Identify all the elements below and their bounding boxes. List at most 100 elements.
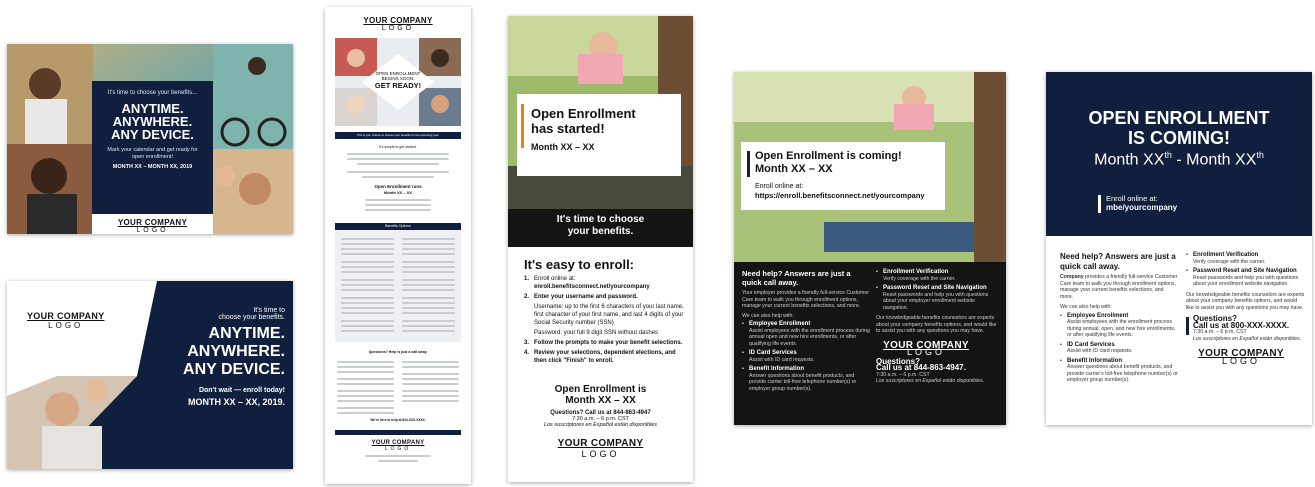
service-item: Benefit InformationAnswer questions abou… xyxy=(742,366,870,392)
step-detail: Username: up to the first 6 characters o… xyxy=(534,304,684,326)
service-item: Enrollment VerificationVerify coverage w… xyxy=(876,269,1000,282)
intro-paragraph-lines xyxy=(347,153,449,178)
footer-logo-word: LOGO xyxy=(384,446,412,452)
spanish-line: Los suscriptores en Español están dispon… xyxy=(876,378,985,384)
headline-line-1: Open Enrollment is coming! xyxy=(755,150,902,162)
navy-accent-bar xyxy=(1186,317,1189,335)
options-heading: Benefits Options xyxy=(335,223,461,230)
step-4: 4. Review your selections, dependent ele… xyxy=(524,349,686,365)
divider-band xyxy=(335,430,461,435)
navy-header: OPEN ENROLLMENT IS COMING! Month XXth - … xyxy=(1046,72,1312,236)
company-logo: YOUR COMPANY LOGO xyxy=(27,311,104,330)
step-number: 4. xyxy=(524,350,530,356)
step-title: Follow the prompts to make your benefit … xyxy=(534,340,683,346)
headline-line-2: Month XX – XX xyxy=(755,163,833,175)
month-end: - Month XX xyxy=(1171,151,1257,169)
dates-text: MONTH XX – MONTH XX, 2019 xyxy=(112,164,193,170)
subtitle: It's simple to get started. xyxy=(379,145,417,149)
enroll-steps: 1. Enroll online at: enroll.benefitsconne… xyxy=(524,275,686,365)
headline-line-3: ANY DEVICE. xyxy=(111,127,194,142)
service-item: Password Reset and Site NavigationReset … xyxy=(876,285,1000,311)
step-detail: enroll.benefitsconnect.net/yourcompany xyxy=(534,284,650,290)
help-column-right: Enrollment VerificationVerify coverage w… xyxy=(1186,252,1306,365)
options-columns xyxy=(335,230,461,342)
headline-line-1: OPEN ENROLLMENT xyxy=(1088,108,1270,128)
runs-label: Open Enrollment runs xyxy=(374,184,422,189)
service-body: Assist with ID card requests. xyxy=(1067,348,1133,354)
intro-line-2: choose your benefits. xyxy=(218,314,285,321)
company-logo: YOUR COMPANY LOGO xyxy=(508,438,693,459)
service-item: Employee EnrollmentAssist employees with… xyxy=(742,321,870,347)
service-item: Benefit InformationAnswer questions abou… xyxy=(1060,358,1178,384)
service-body: Assist employees with the enrollment pro… xyxy=(749,327,870,347)
service-body: Verify coverage with the carrier. xyxy=(883,275,956,282)
headline-line-2: has started! xyxy=(531,121,605,136)
badge-line-3: GET READY! xyxy=(374,81,422,90)
step-number: 3. xyxy=(524,340,530,346)
help-footer: We're here to help at 844-XXX-XXXX. xyxy=(370,418,426,422)
headline-line-2: ANYWHERE. xyxy=(187,343,285,360)
service-item: ID Card ServicesAssist with ID card requ… xyxy=(1060,342,1178,355)
help-column-left: Need help? Answers are just a quick call… xyxy=(742,269,870,392)
help-title: Need help? Answers are just a quick call… xyxy=(742,269,851,287)
step-title: Enter your username and password. xyxy=(534,294,638,300)
footer-title-1: Open Enrollment is xyxy=(554,384,647,395)
orange-accent-bar xyxy=(521,104,524,148)
runs-dates: Month XX – XX xyxy=(383,190,413,195)
navy-message-panel: It's time to choose your benefits... ANY… xyxy=(92,81,213,234)
logo-company: YOUR COMPANY xyxy=(557,438,644,449)
questions-block: Questions? Call us at 800-XXX-XXXX. 7:30… xyxy=(1186,315,1306,342)
step-detail-password: Password: your full 9 digit SSN without … xyxy=(534,330,659,336)
get-ready-badge: OPEN ENROLLMENT BEGINS SOON. GET READY! xyxy=(335,71,461,90)
month-start: Month XX xyxy=(1094,151,1165,169)
postcard-anytime-diagonal: YOUR COMPANY LOGO It's time to choose yo… xyxy=(7,281,293,469)
experts-text: Our knowledgeable benefits counselors ar… xyxy=(1186,291,1305,311)
month-start-suffix: th xyxy=(1164,150,1172,160)
footer-title-2: Month XX – XX xyxy=(565,395,636,406)
service-item: Employee EnrollmentAssist employees with… xyxy=(1060,313,1178,339)
logo-word: LOGO xyxy=(381,25,415,32)
band-line-2: your benefits. xyxy=(567,226,634,237)
headline-line-1: ANYTIME. xyxy=(208,325,285,342)
month-range: Month XXth - Month XXth xyxy=(1046,150,1312,169)
help-paragraph: Company provides a friendly full-service… xyxy=(1060,274,1178,300)
month-range: Month XX – XX xyxy=(531,142,595,152)
intro-band: This is your chance to choose your benef… xyxy=(335,132,461,139)
headline-line-2: IS COMING! xyxy=(1128,128,1230,148)
help-column-right: Enrollment VerificationVerify coverage w… xyxy=(876,269,1000,385)
navy-accent-bar xyxy=(747,151,750,177)
spanish-line: Los suscriptores en Español están dispon… xyxy=(1193,335,1302,342)
service-title: Password Reset and Site Navigation xyxy=(1193,268,1297,274)
headline-line-3: ANY DEVICE. xyxy=(183,361,285,378)
flyer-navy-coming: OPEN ENROLLMENT IS COMING! Month XXth - … xyxy=(1046,72,1312,425)
step-title: Review your selections, dependent electi… xyxy=(534,350,676,364)
step-number: 1. xyxy=(524,276,530,282)
service-body: Reset passwords and help you with questi… xyxy=(1193,274,1299,288)
email-template: YOUR COMPANY LOGO OPEN ENROLLMENT BEGINS… xyxy=(325,7,471,484)
photo-grid: OPEN ENROLLMENT BEGINS SOON. GET READY! xyxy=(335,38,461,126)
dates-text: MONTH XX – XX, 2019. xyxy=(187,397,285,407)
also-label: We can also help with: xyxy=(742,312,794,319)
step-3: 3. Follow the prompts to make your benef… xyxy=(524,339,686,347)
experts-text: Our knowledgeable benefits counselors ar… xyxy=(876,315,997,334)
help-title: Need help? Answers are just a quick call… xyxy=(1060,252,1176,271)
logo-word: LOGO xyxy=(581,449,620,459)
logo-company: YOUR COMPANY xyxy=(27,311,105,321)
service-body: Assist employees with the enrollment pro… xyxy=(1067,319,1176,338)
help-body: Your employer provides a friendly full-s… xyxy=(742,290,869,309)
logo-word: LOGO xyxy=(136,227,169,234)
footer-lines xyxy=(365,455,431,462)
service-body: Answer questions about benefit products,… xyxy=(749,372,857,392)
message-block: It's time to choose your benefits. ANYTI… xyxy=(183,307,285,407)
enroll-url: https://enroll.benefitsconnect.net/yourc… xyxy=(755,191,925,200)
postcard-anytime-photo: It's time to choose your benefits... ANY… xyxy=(7,44,293,234)
step-title: Enroll online at: xyxy=(534,276,576,282)
intro-line-1: It's time to xyxy=(253,307,285,314)
choose-benefits-band: It's time to choose your benefits. xyxy=(508,209,693,247)
enroll-label: Enroll online at: xyxy=(1106,194,1158,203)
enroll-url: mbe/yourcompany xyxy=(1106,203,1178,212)
service-body: Reset passwords and help you with questi… xyxy=(883,291,989,311)
service-title: Password Reset and Site Navigation xyxy=(883,285,987,291)
band-line-1: It's time to choose xyxy=(556,214,645,225)
steps-title: It's easy to enroll: xyxy=(524,257,635,272)
